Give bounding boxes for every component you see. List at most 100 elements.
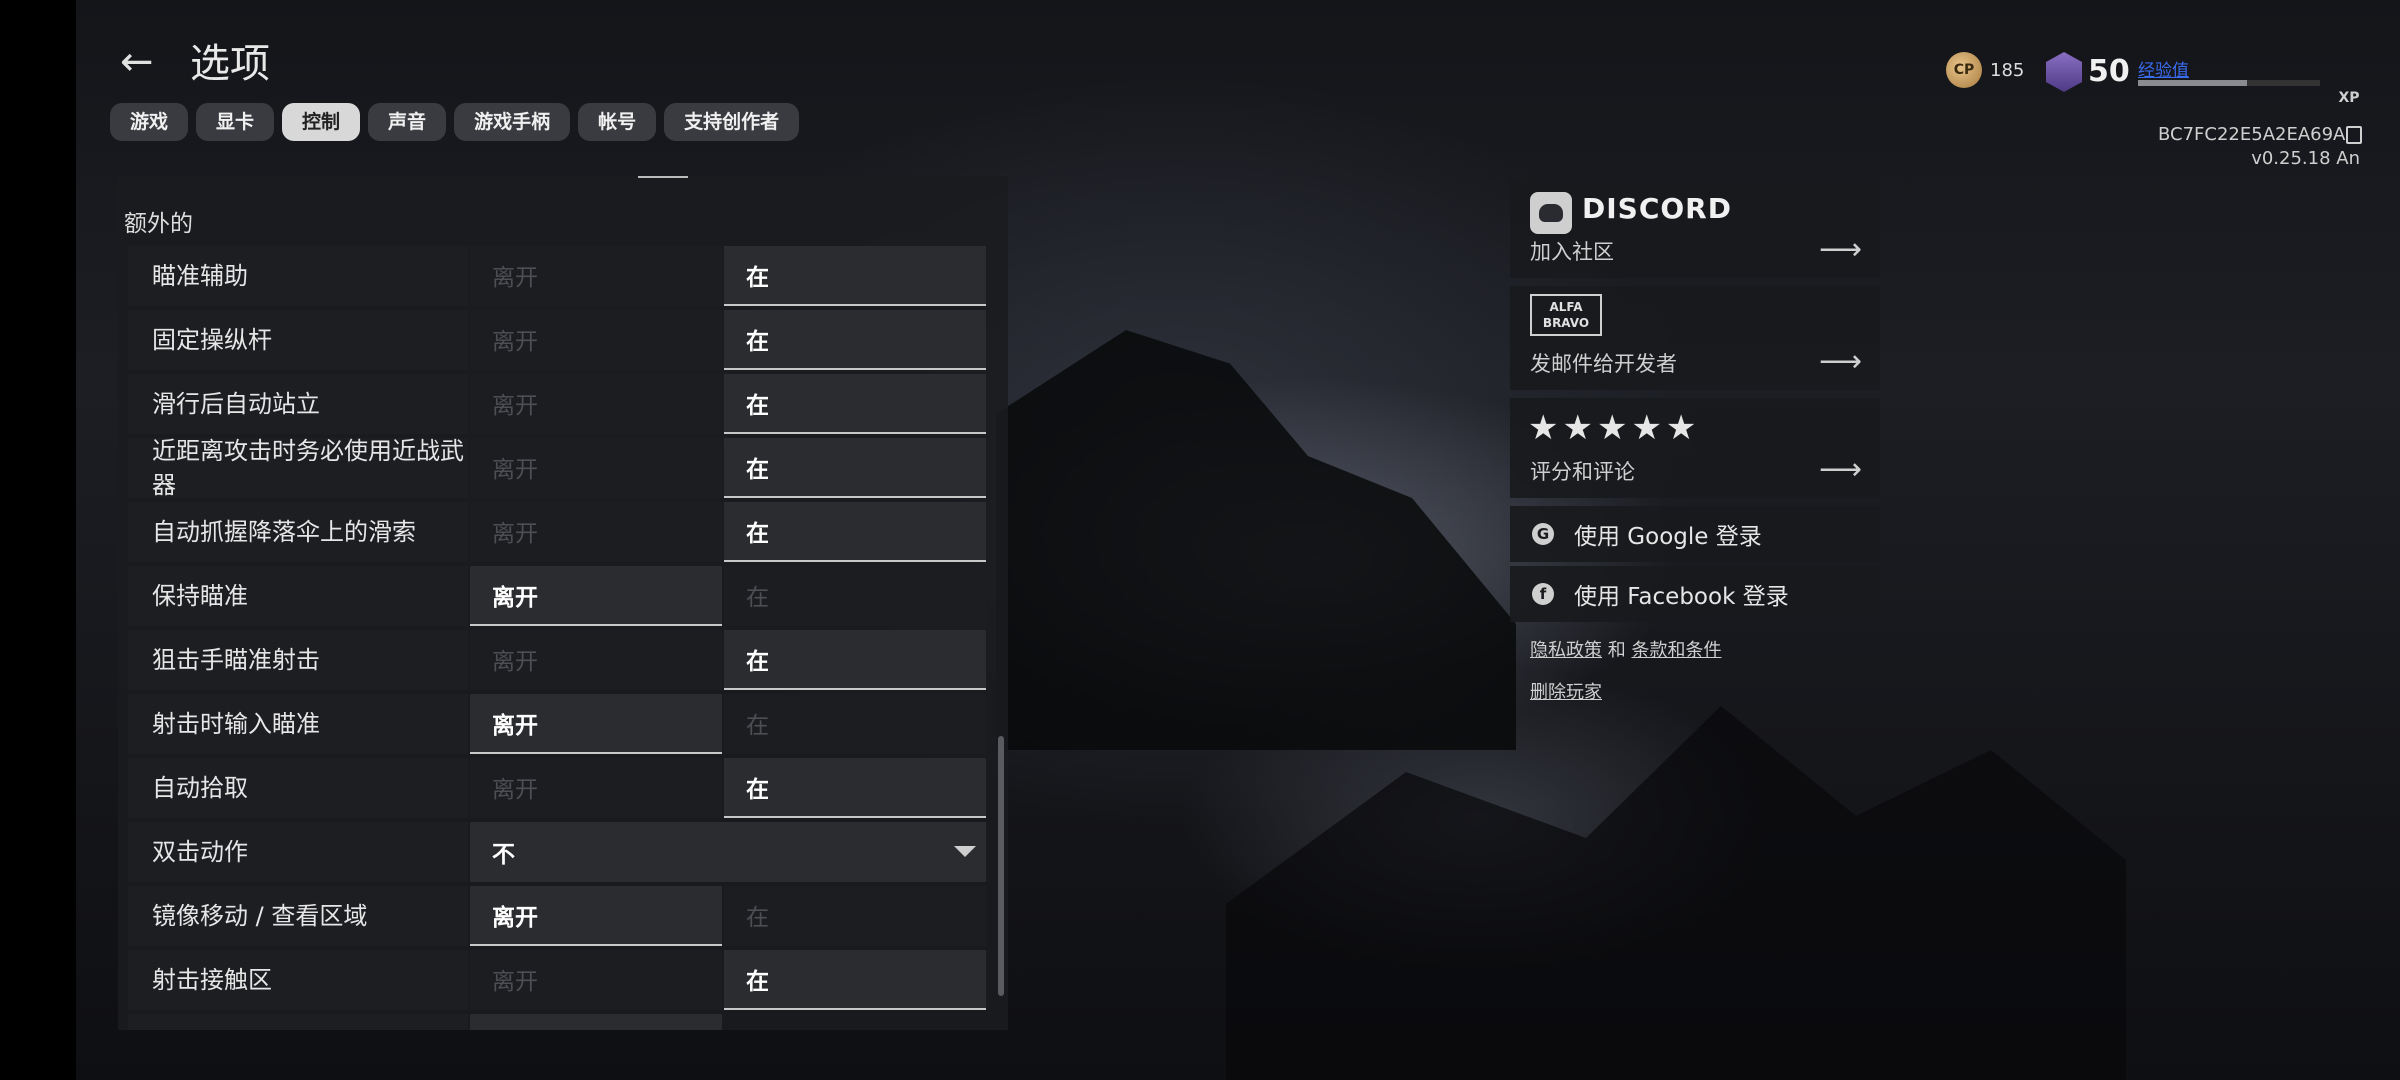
terms-link[interactable]: 条款和条件 — [1631, 640, 1721, 661]
facebook-login-label: 使用 Facebook 登录 — [1574, 584, 1789, 610]
tab-controls[interactable]: 控制 — [282, 103, 361, 141]
setting-row-double-tap-action: 双击动作 不 — [128, 822, 986, 882]
setting-label: 镜像移动 / 查看区域 — [128, 886, 468, 946]
discord-wordmark: DISCORD — [1582, 192, 1732, 225]
rate-review-label: 评分和评论 — [1530, 460, 1635, 484]
app-version: v0.25.18 An — [2251, 148, 2360, 169]
email-developer-card[interactable]: ALFA BRAVO 发邮件给开发者 ⟶ — [1510, 286, 1880, 390]
option-off[interactable]: 离开 — [470, 758, 722, 818]
option-on[interactable]: 在 — [724, 502, 986, 562]
player-id: BC7FC22E5A2EA69A — [2158, 124, 2346, 145]
arrow-right-icon: ⟶ — [1818, 344, 1862, 379]
cp-coin-icon: CP — [1946, 52, 1982, 88]
delete-player-link[interactable]: 删除玩家 — [1530, 678, 1602, 704]
setting-label: 射击时输入瞄准 — [128, 694, 468, 754]
discord-join-label: 加入社区 — [1530, 240, 1614, 264]
google-login-label: 使用 Google 登录 — [1574, 524, 1762, 550]
option-off[interactable]: 离开 — [470, 886, 722, 946]
settings-panel[interactable]: 额外的 瞄准辅助 离开 在 固定操纵杆 离开 在 滑行后自动站立 离开 在 近距… — [118, 176, 1008, 1030]
setting-row-fixed-joystick: 固定操纵杆 离开 在 — [128, 310, 986, 370]
setting-label: 瞄准辅助 — [128, 246, 468, 306]
facebook-icon: f — [1532, 583, 1554, 605]
setting-label: 滑行后自动站立 — [128, 374, 468, 434]
player-level: 50 — [2088, 54, 2130, 89]
option-off[interactable]: 离开 — [470, 630, 722, 690]
xp-link[interactable]: 经验值 — [2138, 56, 2189, 81]
option-on[interactable]: 在 — [724, 438, 986, 498]
option-off[interactable]: 离开 — [470, 246, 722, 306]
setting-label: 狙击手瞄准射击 — [128, 630, 468, 690]
setting-row-sniper-aim-shoot: 狙击手瞄准射击 离开 在 — [128, 630, 986, 690]
tab-sound[interactable]: 声音 — [368, 103, 447, 141]
setting-row-auto-pickup: 自动拾取 离开 在 — [128, 758, 986, 818]
tab-account[interactable]: 帐号 — [578, 103, 657, 141]
copy-icon[interactable] — [2346, 126, 2362, 144]
option-off[interactable]: 离开 — [470, 438, 722, 498]
section-title: 额外的 — [124, 211, 193, 237]
setting-row-clipped-below — [128, 1014, 986, 1030]
chevron-down-icon — [954, 846, 976, 857]
discord-logo-icon — [1530, 192, 1572, 234]
option-on[interactable]: 在 — [724, 758, 986, 818]
setting-label: 保持瞄准 — [128, 566, 468, 626]
tab-graphics[interactable]: 显卡 — [196, 103, 275, 141]
back-arrow-icon[interactable]: ← — [120, 42, 154, 82]
option-on[interactable]: 在 — [724, 630, 986, 690]
setting-label: 自动拾取 — [128, 758, 468, 818]
option-off[interactable]: 离开 — [470, 950, 722, 1010]
facebook-login-button[interactable]: f 使用 Facebook 登录 — [1510, 566, 1880, 622]
option-on[interactable]: 在 — [724, 886, 986, 946]
xp-progress-bar — [2138, 80, 2320, 86]
alfa-logo-line1: ALFA — [1549, 300, 1583, 314]
setting-row-aim-on-fire: 射击时输入瞄准 离开 在 — [128, 694, 986, 754]
arrow-right-icon: ⟶ — [1818, 452, 1862, 487]
legal-and-text: 和 — [1607, 640, 1626, 661]
cp-balance: 185 — [1990, 60, 2025, 81]
option-off[interactable]: 离开 — [470, 374, 722, 434]
tab-support-creator[interactable]: 支持创作者 — [664, 103, 800, 141]
dropdown-value: 不 — [492, 842, 515, 868]
arrow-right-icon: ⟶ — [1818, 232, 1862, 267]
setting-label-clipped — [128, 1014, 468, 1030]
google-icon: G — [1532, 523, 1554, 545]
option-off[interactable]: 离开 — [470, 566, 722, 626]
setting-row-mirror-move-look: 镜像移动 / 查看区域 离开 在 — [128, 886, 986, 946]
alfa-logo-line2: BRAVO — [1542, 316, 1590, 330]
alfa-bravo-logo-icon: ALFA BRAVO — [1530, 294, 1602, 336]
setting-label: 自动抓握降落伞上的滑索 — [128, 502, 468, 562]
option-on[interactable]: 在 — [724, 694, 986, 754]
rate-review-card[interactable]: ★★★★★ 评分和评论 ⟶ — [1510, 398, 1880, 498]
option-on[interactable]: 在 — [724, 950, 986, 1010]
setting-row-fire-touch-zone: 射击接触区 离开 在 — [128, 950, 986, 1010]
settings-tabs: 游戏 显卡 控制 声音 游戏手柄 帐号 支持创作者 — [110, 103, 800, 141]
clipped-row-above — [118, 176, 1008, 196]
email-developer-label: 发邮件给开发者 — [1530, 352, 1677, 376]
silhouette-terrain — [996, 330, 1516, 750]
setting-row-hold-aim: 保持瞄准 离开 在 — [128, 566, 986, 626]
option-on[interactable]: 在 — [724, 310, 986, 370]
setting-row-melee-weapon: 近距离攻击时务必使用近战武器 离开 在 — [128, 437, 986, 499]
option-on[interactable]: 在 — [724, 374, 986, 434]
legal-links: 隐私政策 和 条款和条件 — [1530, 636, 1721, 662]
option-on[interactable]: 在 — [724, 566, 986, 626]
option-off[interactable]: 离开 — [470, 310, 722, 370]
settings-scrollbar[interactable] — [998, 736, 1004, 996]
tab-gamepad[interactable]: 游戏手柄 — [454, 103, 571, 141]
tab-game[interactable]: 游戏 — [110, 103, 189, 141]
privacy-policy-link[interactable]: 隐私政策 — [1530, 640, 1602, 661]
xp-badge-icon: XP — [2338, 90, 2360, 106]
setting-row-parachute-zipline: 自动抓握降落伞上的滑索 离开 在 — [128, 502, 986, 562]
page-title: 选项 — [190, 41, 270, 87]
setting-row-aim-assist: 瞄准辅助 离开 在 — [128, 246, 986, 306]
setting-row-auto-stand: 滑行后自动站立 离开 在 — [128, 374, 986, 434]
option-off[interactable]: 离开 — [470, 502, 722, 562]
five-stars-icon: ★★★★★ — [1528, 408, 1701, 448]
google-login-button[interactable]: G 使用 Google 登录 — [1510, 506, 1880, 562]
discord-card[interactable]: DISCORD 加入社区 ⟶ — [1510, 178, 1880, 278]
setting-label: 固定操纵杆 — [128, 310, 468, 370]
option-on[interactable]: 在 — [724, 246, 986, 306]
setting-label: 近距离攻击时务必使用近战武器 — [128, 437, 468, 499]
option-off[interactable]: 离开 — [470, 694, 722, 754]
setting-label: 射击接触区 — [128, 950, 468, 1010]
double-tap-dropdown[interactable]: 不 — [470, 822, 986, 882]
